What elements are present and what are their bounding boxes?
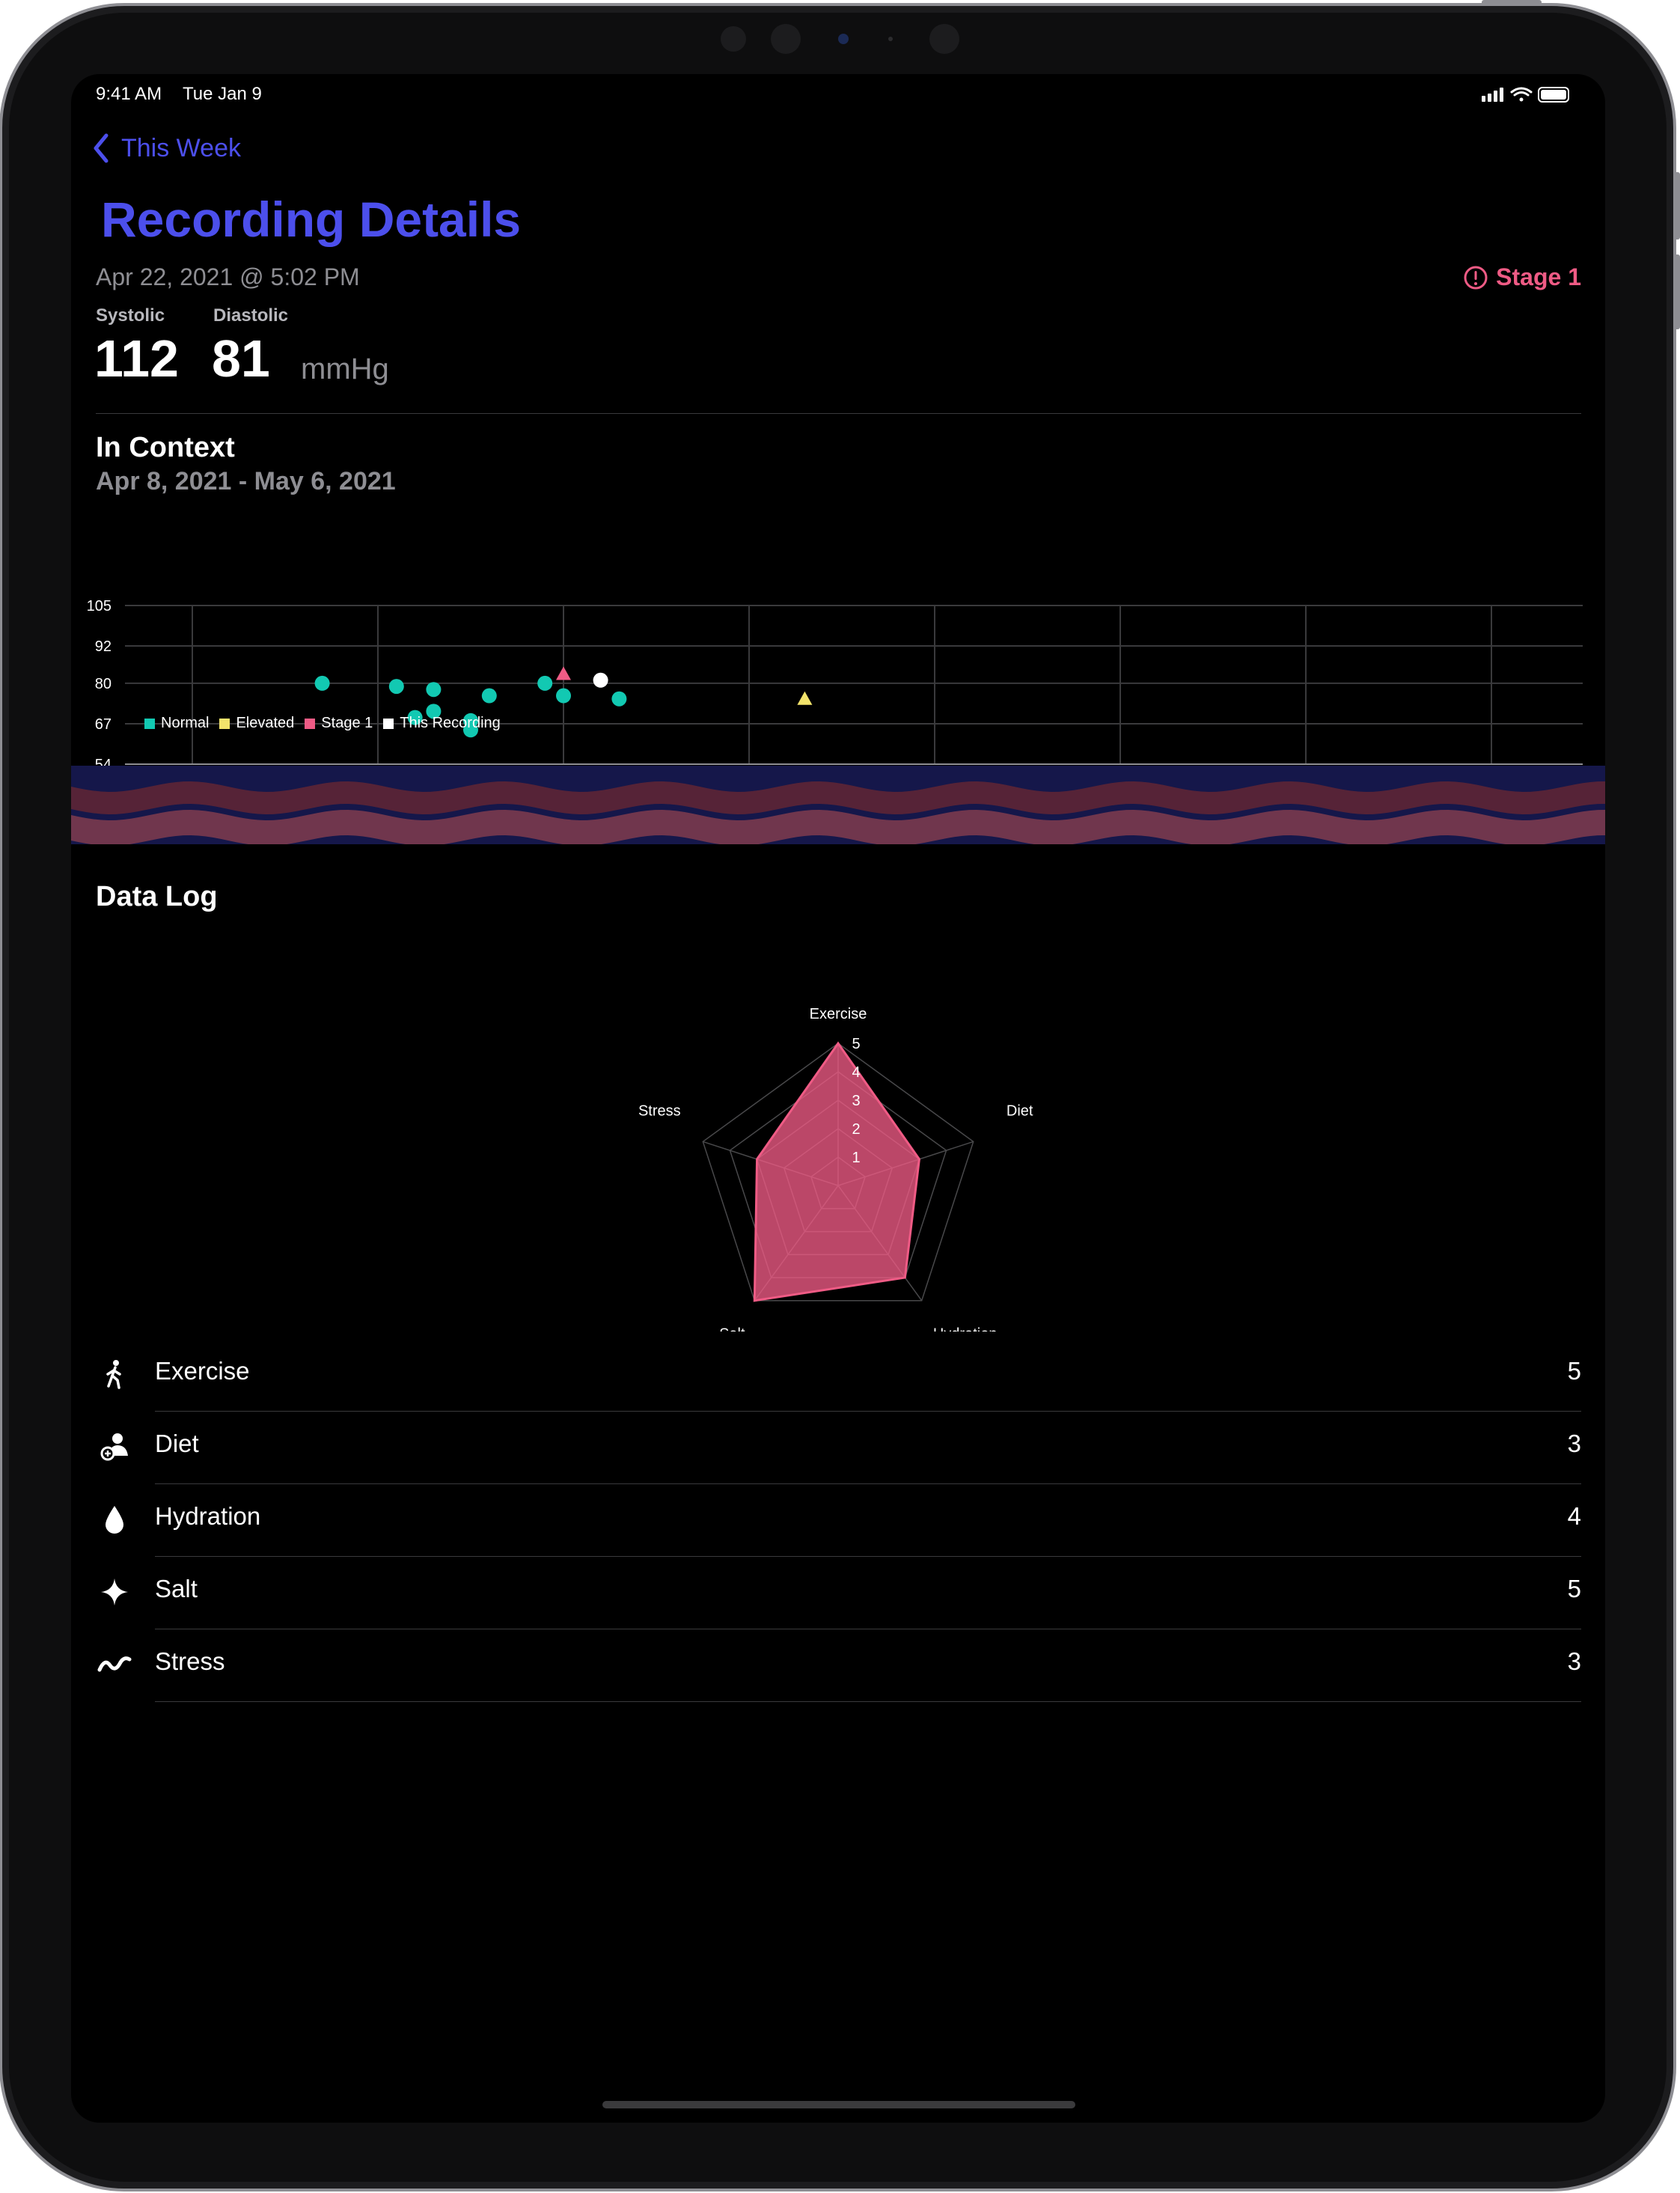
point-normal	[556, 688, 571, 704]
diastolic-label: Diastolic	[213, 305, 289, 326]
list-item-diet[interactable]: Diet 3	[71, 1412, 1605, 1484]
data-log-title: Data Log	[96, 881, 218, 912]
scatter-legend: Normal Elevated Stage 1 This Recording	[144, 715, 501, 732]
divider	[96, 413, 1581, 414]
point-elevated	[797, 691, 813, 705]
list-item-exercise[interactable]: Exercise 5	[71, 1339, 1605, 1412]
context-title: In Context	[96, 432, 235, 463]
point-stage-1	[556, 666, 571, 680]
row-divider	[155, 1701, 1581, 1702]
y-tick-label: 67	[95, 716, 112, 733]
person-plus-icon	[96, 1428, 133, 1465]
battery-icon	[1538, 87, 1569, 103]
screen: 9:41 AM Tue Jan 9 This Week Recording De…	[71, 74, 1605, 2123]
stage-badge: Stage 1	[1463, 263, 1581, 291]
drop-icon	[96, 1501, 133, 1538]
y-tick-label: 92	[95, 638, 112, 655]
scatter-grid	[125, 605, 1583, 765]
back-button[interactable]: This Week	[90, 132, 241, 164]
point-normal	[314, 675, 330, 691]
radar-axis-label-stress: Stress	[638, 1102, 681, 1119]
scatter-tick-labels: 1059280675490100110120130140150160	[87, 598, 1504, 789]
wave-icon	[96, 1646, 133, 1683]
diastolic-value: 81	[212, 329, 270, 388]
list-item-stress[interactable]: Stress 3	[71, 1629, 1605, 1702]
data-log-radar-chart: 1 2 3 4 5 Exercise Diet Hydration Salt Stress	[638, 1006, 1033, 1332]
list-item-value: 3	[1567, 1647, 1581, 1675]
chevron-left-icon	[94, 133, 109, 163]
point-normal	[481, 688, 497, 704]
y-tick-label: 80	[95, 676, 112, 692]
point-normal	[537, 675, 553, 691]
radar-area	[753, 1041, 920, 1302]
radar-ring-label: 3	[852, 1093, 860, 1109]
list-item-value: 4	[1567, 1502, 1581, 1530]
sparkle-icon	[96, 1573, 133, 1611]
list-item-label: Salt	[155, 1575, 198, 1602]
page-title: Recording Details	[101, 192, 522, 247]
radar-ring-label: 1	[852, 1150, 860, 1166]
status-date: Tue Jan 9	[183, 84, 262, 104]
radar-shape	[753, 1041, 920, 1302]
point-normal	[611, 691, 627, 707]
radar-ring-label: 5	[852, 1036, 860, 1052]
stage-badge-label: Stage 1	[1496, 263, 1581, 290]
wave-banner	[71, 766, 1605, 844]
walking-figure-icon	[96, 1355, 133, 1393]
legend-elevated: Elevated	[219, 715, 294, 732]
list-item-hydration[interactable]: Hydration 4	[71, 1484, 1605, 1557]
unit-label: mmHg	[301, 353, 389, 385]
wifi-icon	[1510, 87, 1533, 102]
list-item-value: 5	[1567, 1575, 1581, 1602]
status-time: 9:41 AM	[96, 84, 162, 104]
home-indicator[interactable]	[602, 2101, 1075, 2108]
context-date-range: Apr 8, 2021 - May 6, 2021	[96, 467, 396, 495]
back-button-label: This Week	[121, 133, 241, 162]
point-normal	[388, 679, 404, 695]
radar-axis-label-salt: Salt	[719, 1326, 745, 1332]
legend-stage1: Stage 1	[305, 715, 373, 732]
legend-normal: Normal	[144, 715, 209, 732]
list-item-salt[interactable]: Salt 5	[71, 1557, 1605, 1629]
radar-axis-label-hydration: Hydration	[933, 1326, 998, 1332]
list-item-value: 3	[1567, 1430, 1581, 1457]
systolic-label: Systolic	[96, 305, 165, 326]
list-item-label: Hydration	[155, 1502, 261, 1530]
list-item-label: Stress	[155, 1647, 225, 1675]
y-tick-label: 105	[87, 598, 112, 614]
status-icons	[1482, 87, 1569, 103]
list-item-label: Diet	[155, 1430, 199, 1457]
radar-ring-label: 2	[852, 1121, 860, 1138]
list-item-label: Exercise	[155, 1357, 250, 1385]
radar-axis-label-diet: Diet	[1007, 1102, 1033, 1119]
point-normal	[426, 682, 442, 698]
point-this-recording	[593, 672, 608, 688]
legend-this-recording: This Recording	[383, 715, 501, 732]
recording-timestamp: Apr 22, 2021 @ 5:02 PM	[96, 263, 360, 290]
list-item-value: 5	[1567, 1357, 1581, 1385]
systolic-value: 112	[94, 329, 179, 388]
radar-axis-label-exercise: Exercise	[810, 1006, 867, 1022]
radar-ring-label: 4	[852, 1064, 860, 1081]
cellular-signal-icon	[1482, 88, 1503, 102]
alert-circle-icon	[1464, 266, 1488, 289]
